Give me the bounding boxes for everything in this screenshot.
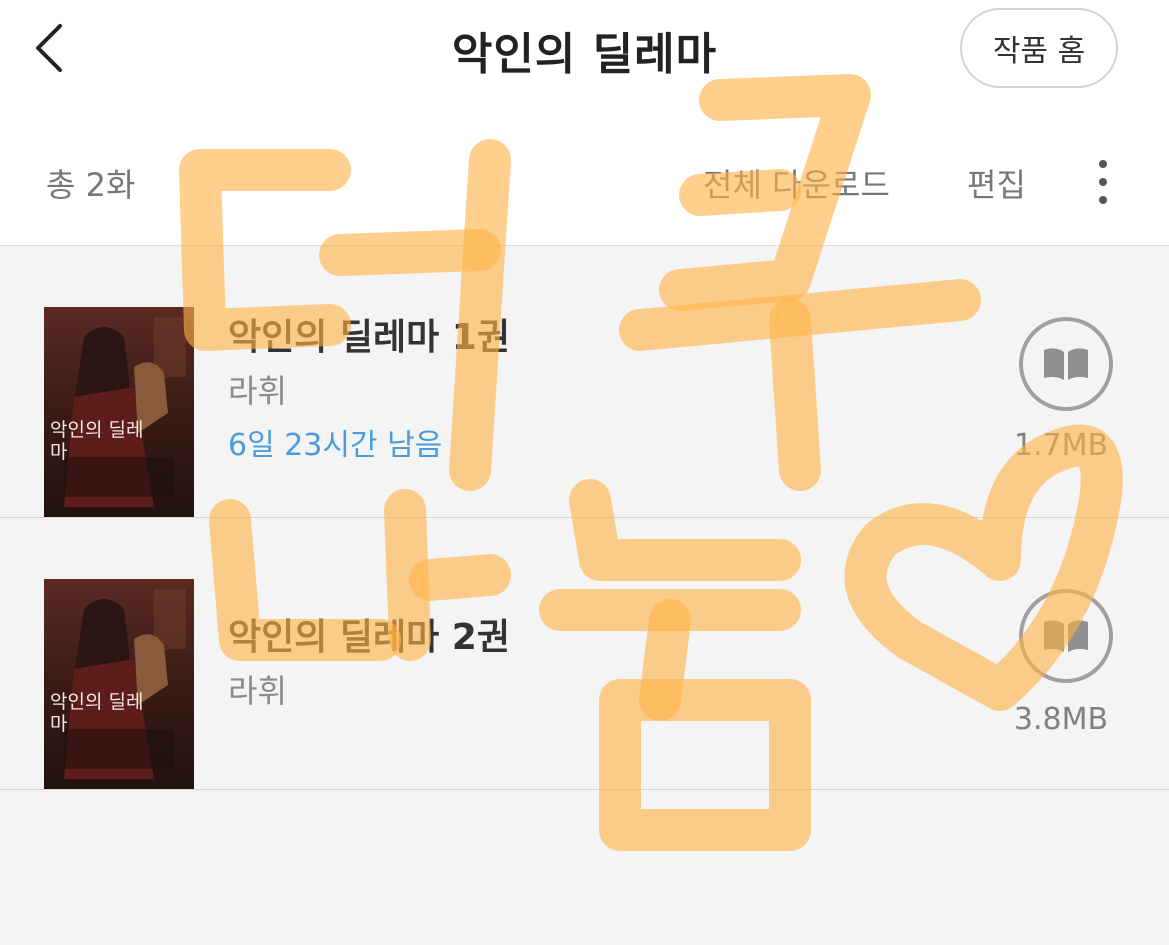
item-title: 악인의 딜레마 1권: [228, 317, 510, 358]
book-cover: 악인의 딜레마: [44, 579, 194, 789]
open-book-icon: [1019, 589, 1113, 683]
open-book-icon: [1019, 317, 1113, 411]
item-author: 라휘: [228, 672, 287, 710]
read-button[interactable]: [1018, 316, 1114, 412]
item-author: 라휘: [228, 372, 287, 410]
read-button[interactable]: [1018, 588, 1114, 684]
more-options-button[interactable]: [1088, 158, 1118, 206]
list-item[interactable]: 악인의 딜레마 악인의 딜레마 1권 라휘 6일 23시간 남음 1.7MB: [0, 246, 1169, 518]
download-all-button[interactable]: 전체 다운로드: [703, 160, 890, 206]
file-size: 1.7MB: [1013, 428, 1109, 463]
list-item[interactable]: 악인의 딜레마 악인의 딜레마 2권 라휘 3.8MB: [0, 518, 1169, 790]
cover-title: 악인의 딜레마: [50, 691, 144, 735]
episode-count: 총 2화: [46, 166, 136, 204]
top-bar: 악인의 딜레마 작품 홈 총 2화 전체 다운로드 편집: [0, 0, 1169, 246]
cover-title: 악인의 딜레마: [50, 419, 144, 463]
book-cover: 악인의 딜레마: [44, 307, 194, 517]
edit-button[interactable]: 편집: [967, 160, 1026, 206]
rental-remaining: 6일 23시간 남음: [228, 428, 443, 463]
item-title: 악인의 딜레마 2권: [228, 617, 510, 658]
file-size: 3.8MB: [1013, 702, 1109, 737]
series-home-button[interactable]: 작품 홈: [960, 8, 1118, 88]
more-vertical-icon: [1099, 160, 1107, 204]
